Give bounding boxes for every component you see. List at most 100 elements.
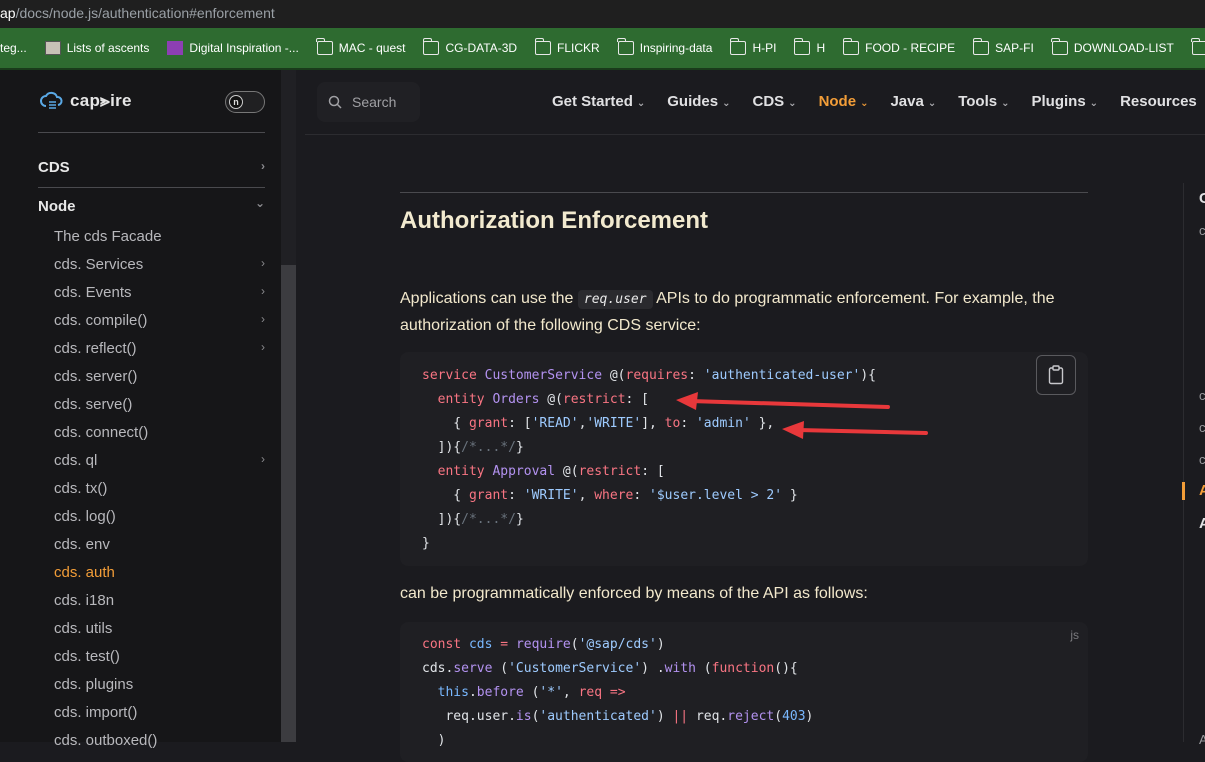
sidebar-scrollbar-thumb[interactable] [281, 265, 296, 742]
nav-java[interactable]: Java ⌄ [890, 93, 936, 110]
bookmark-item[interactable]: FLICKR [534, 38, 600, 55]
sidebar-item[interactable]: cds. Services › [54, 256, 265, 273]
outline-item[interactable]: c [1199, 223, 1205, 238]
sidebar-item[interactable]: cds. compile() › [54, 312, 265, 329]
bookmark-label: DOWNLOAD-LIST [1073, 41, 1174, 55]
bookmark-label: FOOD - RECIPE [865, 41, 956, 55]
bookmark-item[interactable]: FOOD - RECIPE [842, 38, 956, 55]
bookmark-item[interactable]: Digital Inspiration -... [167, 41, 299, 55]
copy-button[interactable] [1036, 355, 1076, 395]
site-icon [167, 41, 184, 55]
outline-item[interactable]: C [1199, 190, 1205, 207]
sidebar-item-label: cds. log() [54, 508, 116, 525]
capire-logo[interactable]: cap⪢ire [40, 91, 132, 111]
nav-label: Java [890, 93, 924, 110]
folder-icon [972, 38, 990, 55]
theme-toggle[interactable]: n [225, 91, 265, 113]
sidebar-item[interactable]: The cds Facade [54, 228, 265, 245]
bookmarks-bar: teg... Lists of ascents Digital Inspirat… [0, 28, 1205, 70]
bookmark-item[interactable]: teg... [0, 41, 27, 55]
folder-icon [617, 38, 634, 55]
bookmark-label: Lists of ascents [66, 41, 150, 55]
sidebar-item-label: cds. i18n [54, 592, 115, 609]
sidebar-group-cds[interactable]: CDS › [38, 159, 265, 176]
bookmark-item[interactable]: H [793, 38, 825, 55]
chevron-right-icon: › [261, 159, 265, 173]
sidebar-item[interactable]: cds. i18n [54, 592, 265, 609]
outline-item[interactable]: c [1199, 420, 1205, 435]
chevron-down-icon: ⌄ [860, 98, 869, 109]
sidebar-item[interactable]: cds. Events › [54, 284, 265, 301]
section-divider [400, 192, 1088, 193]
sidebar-item-label: cds. test() [54, 648, 120, 665]
bookmark-item[interactable]: Inspiring-data [617, 38, 713, 55]
top-nav: Get Started ⌄ Guides ⌄ CDS ⌄ Node ⌄ Java ⌄ To… [552, 93, 1205, 110]
nav-cds[interactable]: CDS ⌄ [753, 93, 797, 110]
sidebar-item[interactable]: cds. connect() [54, 424, 265, 441]
nav-resources[interactable]: Resources [1120, 93, 1197, 110]
outline-item[interactable]: c [1199, 388, 1205, 403]
nav-label: Guides [667, 93, 719, 110]
sidebar-item[interactable]: cds. auth [54, 564, 265, 581]
nav-label: Node [818, 93, 857, 110]
sidebar-item[interactable]: cds. serve() [54, 396, 265, 413]
bookmark-label: H-PI [752, 41, 777, 55]
sidebar-item[interactable]: cds. plugins [54, 676, 265, 693]
sidebar-item[interactable]: cds. tx() [54, 480, 265, 497]
chevron-down-icon: ⌄ [788, 98, 797, 109]
outline-item[interactable]: A [1199, 482, 1205, 499]
nav-get-started[interactable]: Get Started ⌄ [552, 93, 645, 110]
bookmark-item[interactable]: DOWNLOAD-LIST [1051, 38, 1174, 55]
sidebar-item[interactable]: cds. reflect() › [54, 340, 265, 357]
bookmark-label: Inspiring-data [639, 41, 713, 55]
sidebar-item[interactable]: cds. outboxed() [54, 732, 265, 749]
nav-label: Plugins [1031, 93, 1086, 110]
sidebar-item-label: cds. reflect() [54, 340, 137, 357]
moon-icon: n [229, 95, 243, 109]
bookmark-item[interactable]: MAC - quest [316, 38, 405, 55]
outline-active-marker [1182, 482, 1185, 500]
nav-guides[interactable]: Guides ⌄ [667, 93, 730, 110]
chevron-right-icon: › [261, 452, 265, 466]
nav-plugins[interactable]: Plugins ⌄ [1032, 93, 1099, 110]
sidebar-item[interactable]: cds. env [54, 536, 265, 553]
outline-item[interactable]: A [1199, 515, 1205, 532]
nav-tools[interactable]: Tools ⌄ [958, 93, 1009, 110]
sidebar-group-label: CDS [38, 159, 70, 176]
bookmark-item[interactable]: SAP-FI [972, 38, 1034, 55]
bookmark-item[interactable]: CG-DATA-3D [422, 38, 517, 55]
outline-item[interactable]: c [1199, 452, 1205, 467]
annotation-arrows [676, 392, 928, 439]
outline-rail [1183, 183, 1184, 742]
nav-label: Get Started [552, 93, 633, 110]
folder-icon [534, 38, 552, 55]
code-language-label: js [1070, 628, 1079, 642]
clipboard-icon [1048, 365, 1064, 385]
sidebar-item[interactable]: cds. log() [54, 508, 265, 525]
sidebar-item-label: cds. serve() [54, 396, 133, 413]
bookmark-item[interactable]: Lists of ascents [44, 41, 150, 55]
chevron-down-icon: ⌄ [722, 98, 731, 109]
url-path: /docs/node.js/authentication#enforcement [15, 5, 275, 21]
image-icon [44, 41, 61, 55]
chevron-right-icon: › [261, 284, 265, 298]
chevron-down-icon: ⌄ [927, 98, 937, 109]
outline-item[interactable]: A [1199, 732, 1205, 747]
sidebar-group-node[interactable]: Node ⌄ [38, 196, 265, 215]
bookmark-item[interactable] [1191, 38, 1205, 55]
search-button[interactable]: Search [317, 82, 420, 122]
search-icon [328, 95, 342, 109]
address-bar[interactable]: ap/docs/node.js/authentication#enforceme… [0, 0, 1205, 28]
intro-paragraph: Applications can use the req.user APIs t… [400, 286, 1090, 339]
sidebar-item[interactable]: cds. import() [54, 704, 265, 721]
js-code: const cds = require('@sap/cds') cds.serv… [422, 637, 814, 748]
sidebar-item[interactable]: cds. test() [54, 648, 265, 665]
nav-node[interactable]: Node ⌄ [819, 93, 869, 110]
chevron-down-icon: ⌄ [636, 98, 646, 109]
sidebar-item[interactable]: cds. ql › [54, 452, 265, 469]
nav-label: Tools [958, 93, 998, 110]
sidebar-item[interactable]: cds. server() [54, 368, 265, 385]
sidebar-item[interactable]: cds. utils [54, 620, 265, 637]
bookmark-item[interactable]: H-PI [729, 38, 777, 55]
sidebar-divider [38, 187, 265, 188]
